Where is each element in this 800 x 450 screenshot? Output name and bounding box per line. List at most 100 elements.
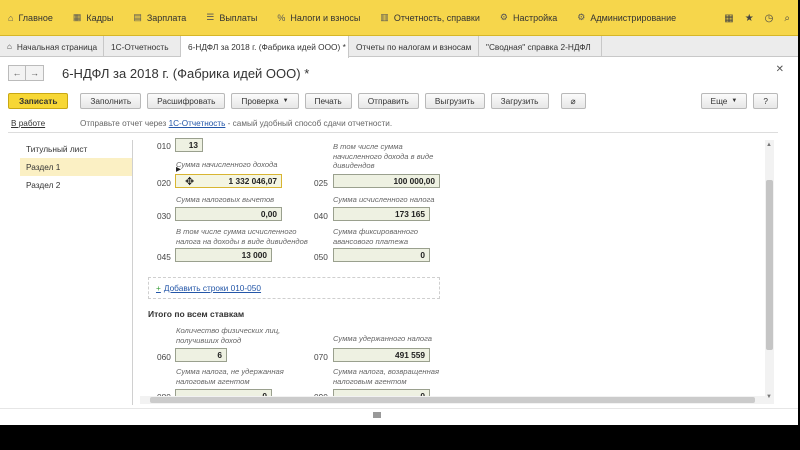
caption-090: Сумма налога, возвращенная налоговым аге… bbox=[333, 367, 440, 386]
line-code: 060 bbox=[157, 352, 171, 362]
scroll-up-icon[interactable]: ▲ bbox=[766, 142, 772, 148]
caption-080: Сумма налога, не удержанная налоговым аг… bbox=[176, 367, 284, 386]
bottom-strip bbox=[0, 408, 800, 425]
field-040[interactable]: 173 165 bbox=[333, 207, 430, 221]
gear-icon: ⚙ bbox=[499, 12, 508, 22]
scroll-thumb[interactable] bbox=[766, 180, 773, 350]
tab-1c-reporting[interactable]: 1С-Отчетность bbox=[104, 36, 181, 57]
caption-050: Сумма фиксированного авансового платежа bbox=[333, 227, 418, 246]
grid-menu-icon[interactable]: ▦ bbox=[724, 13, 733, 24]
history-icon[interactable]: ◷ bbox=[765, 13, 774, 24]
chevron-down-icon: ▼ bbox=[282, 98, 289, 104]
horizontal-scrollbar[interactable] bbox=[140, 396, 765, 404]
caption-070: Сумма удержанного налога bbox=[333, 334, 433, 343]
field-030[interactable]: 0,00 bbox=[175, 207, 282, 221]
percent-icon: % bbox=[277, 12, 286, 23]
toolbar: Записать Заполнить Расшифровать Проверка… bbox=[8, 93, 592, 109]
tab-2ndfl[interactable]: "Сводная" справка 2-НДФЛ bbox=[479, 36, 602, 57]
status-link[interactable]: В работе bbox=[11, 119, 80, 128]
divider bbox=[8, 132, 778, 133]
line-code: 010 bbox=[157, 141, 171, 151]
status-message: Отправьте отчет через 1С-Отчетность - са… bbox=[80, 119, 393, 128]
report-icon: ▥ bbox=[380, 12, 389, 22]
line-code: 050 bbox=[314, 252, 328, 262]
sections-nav: Титульный лист Раздел 1 Раздел 2 bbox=[20, 140, 133, 405]
add-rows-link[interactable]: + Добавить строки 010-050 bbox=[156, 283, 261, 293]
totals-title: Итого по всем ставкам bbox=[148, 309, 245, 319]
menu-item-main[interactable]: ⌂ Главное bbox=[8, 13, 53, 23]
title-row: ← → 6-НДФЛ за 2018 г. (Фабрика идей ООО)… bbox=[8, 64, 309, 82]
section-2[interactable]: Раздел 2 bbox=[20, 176, 132, 194]
line-code: 045 bbox=[157, 252, 171, 262]
search-icon[interactable]: ⌕ bbox=[784, 13, 790, 24]
menu-item-settings[interactable]: ⚙ Настройка bbox=[500, 12, 557, 23]
caption-040: Сумма исчисленного налога bbox=[333, 195, 435, 204]
calc-icon: ▤ bbox=[133, 12, 142, 22]
menu-item-admin[interactable]: ⚙ Администрирование bbox=[577, 12, 676, 23]
menu-item-taxes[interactable]: % Налоги и взносы bbox=[277, 13, 360, 23]
check-button[interactable]: Проверка ▼ bbox=[231, 93, 299, 109]
tab-home[interactable]: ⌂ Начальная страница bbox=[0, 36, 104, 57]
menu-item-payments[interactable]: ☰ Выплаты bbox=[206, 12, 257, 23]
scroll-down-icon[interactable]: ▼ bbox=[766, 394, 772, 400]
field-045[interactable]: 13 000 bbox=[175, 248, 272, 262]
close-icon[interactable]: ✕ bbox=[776, 64, 784, 75]
field-070[interactable]: 491 559 bbox=[333, 348, 430, 362]
decode-button[interactable]: Расшифровать bbox=[147, 93, 226, 109]
attach-button[interactable]: ⌀ bbox=[560, 93, 586, 109]
field-060[interactable]: 6 bbox=[175, 348, 227, 362]
resize-grip[interactable] bbox=[373, 412, 381, 418]
line-code: 030 bbox=[157, 211, 171, 221]
fill-button[interactable]: Заполнить bbox=[80, 93, 142, 109]
line-code: 025 bbox=[314, 178, 328, 188]
caption-020: Сумма начисленного дохода bbox=[176, 160, 278, 169]
star-icon[interactable]: ★ bbox=[745, 13, 754, 24]
vertical-scrollbar[interactable]: ▲ ▼ bbox=[765, 140, 774, 404]
help-button[interactable]: ? bbox=[753, 93, 778, 109]
home-icon: ⌂ bbox=[7, 42, 12, 51]
print-button[interactable]: Печать bbox=[304, 93, 352, 109]
caption-045: В том числе сумма исчисленного налога на… bbox=[176, 227, 308, 246]
tab-tax-reports[interactable]: Отчеты по налогам и взносам bbox=[349, 36, 479, 57]
field-025[interactable]: 100 000,00 bbox=[333, 174, 440, 188]
caption-030: Сумма налоговых вычетов bbox=[176, 195, 275, 204]
line-code: 040 bbox=[314, 211, 328, 221]
mouse-pointer-icon: ▸ bbox=[176, 164, 182, 175]
menu-right-icons: ▦ ★ ◷ ⌕ bbox=[713, 0, 790, 36]
download-button[interactable]: Загрузить bbox=[490, 93, 549, 109]
1c-reporting-link[interactable]: 1С-Отчетность bbox=[169, 119, 226, 128]
line-code: 020 bbox=[157, 178, 171, 188]
plus-icon: + bbox=[156, 283, 161, 293]
section-title-page[interactable]: Титульный лист bbox=[20, 140, 132, 158]
save-button[interactable]: Записать bbox=[8, 93, 69, 109]
move-cursor-icon: ✥ bbox=[185, 176, 195, 188]
menu-item-salary[interactable]: ▤ Зарплата bbox=[133, 12, 186, 23]
grid-icon: ▦ bbox=[72, 12, 82, 22]
field-010[interactable]: 13 bbox=[175, 138, 203, 152]
menu-item-reports[interactable]: ▥ Отчетность, справки bbox=[380, 12, 480, 23]
main-menu: ⌂ Главное ▦ Кадры ▤ Зарплата ☰ Выплаты % Нало… bbox=[0, 0, 800, 36]
app-window: ⌂ Главное ▦ Кадры ▤ Зарплата ☰ Выплаты % Нало… bbox=[0, 0, 800, 425]
back-button[interactable]: ← bbox=[8, 65, 26, 81]
toolbar-right: Еще ▼ ? bbox=[695, 93, 778, 109]
status-row: В работе Отправьте отчет через 1С-Отчетн… bbox=[11, 119, 392, 128]
caption-025: В том числе сумма начисленного дохода в … bbox=[333, 142, 434, 170]
section-1[interactable]: Раздел 1 bbox=[20, 158, 132, 176]
home-icon: ⌂ bbox=[8, 12, 14, 23]
caption-060: Количество физических лиц, получивших до… bbox=[176, 326, 281, 345]
forward-button[interactable]: → bbox=[26, 65, 44, 81]
line-code: 070 bbox=[314, 352, 328, 362]
paperclip-icon: ⌀ bbox=[570, 96, 576, 106]
list-icon: ☰ bbox=[206, 12, 215, 22]
page-title: 6-НДФЛ за 2018 г. (Фабрика идей ООО) * bbox=[62, 65, 310, 81]
field-050[interactable]: 0 bbox=[333, 248, 430, 262]
scroll-thumb[interactable] bbox=[150, 397, 755, 403]
chevron-down-icon: ▼ bbox=[731, 98, 738, 104]
tab-6ndfl[interactable]: 6-НДФЛ за 2018 г. (Фабрика идей ООО) * bbox=[181, 36, 349, 58]
admin-icon: ⚙ bbox=[577, 12, 586, 22]
more-button[interactable]: Еще ▼ bbox=[700, 93, 748, 109]
send-button[interactable]: Отправить bbox=[357, 93, 419, 109]
menu-item-staff[interactable]: ▦ Кадры bbox=[73, 12, 114, 23]
tab-bar: ⌂ Начальная страница 1С-Отчетность 6-НДФЛ… bbox=[0, 36, 800, 58]
upload-button[interactable]: Выгрузить bbox=[424, 93, 485, 109]
